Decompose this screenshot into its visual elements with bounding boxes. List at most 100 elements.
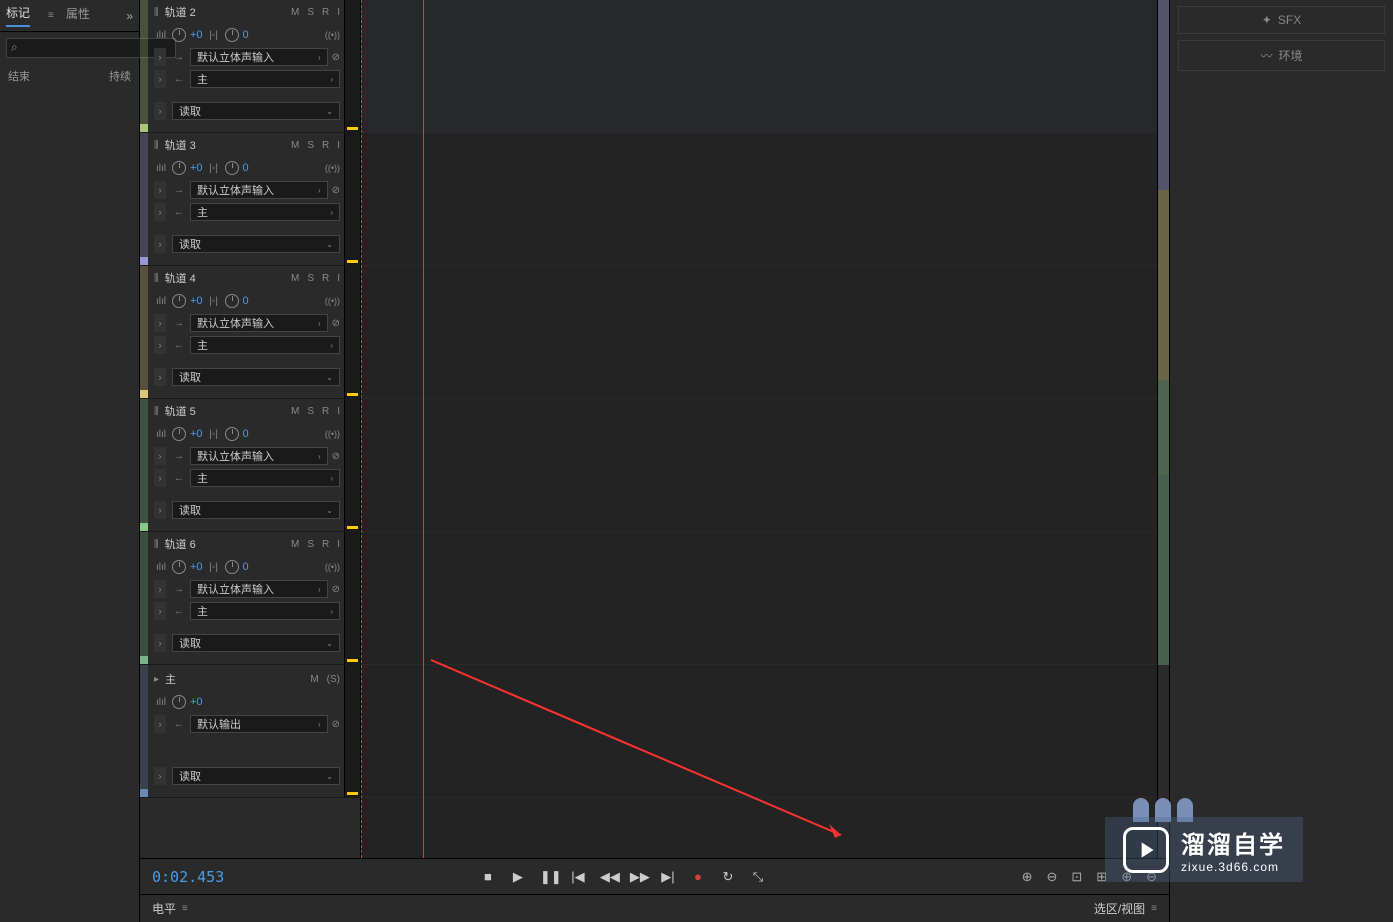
zoom-in-icon[interactable]: ⊕ xyxy=(1022,869,1033,885)
pan-value[interactable]: 0 xyxy=(243,561,249,573)
expand-read-btn[interactable]: › xyxy=(154,102,166,120)
forward-button[interactable]: ▶▶ xyxy=(630,869,646,885)
expand-output-btn[interactable]: › xyxy=(154,602,166,620)
record-button[interactable]: ● xyxy=(690,869,706,884)
pan-knob[interactable] xyxy=(225,161,239,175)
scroll-segment[interactable] xyxy=(1158,475,1169,570)
volume-value[interactable]: +0 xyxy=(190,696,203,708)
input-dropdown[interactable]: 默认立体声输入› xyxy=(190,314,328,332)
volume-knob[interactable] xyxy=(172,28,186,42)
read-mode-dropdown[interactable]: 读取⌄ xyxy=(172,767,340,785)
record-arm-toggle[interactable]: R xyxy=(322,7,329,18)
expand-read-btn[interactable]: › xyxy=(154,634,166,652)
read-mode-dropdown[interactable]: 读取⌄ xyxy=(172,235,340,253)
grip-icon[interactable]: ⫼ xyxy=(154,7,159,18)
expand-output-btn[interactable]: › xyxy=(154,203,166,221)
expand-read-btn[interactable]: › xyxy=(154,501,166,519)
track-lane-3[interactable] xyxy=(361,399,1157,532)
pan-knob[interactable] xyxy=(225,294,239,308)
solo-toggle[interactable]: S xyxy=(307,539,314,550)
volume-value[interactable]: +0 xyxy=(190,561,203,573)
input-dropdown[interactable]: 默认立体声输入› xyxy=(190,447,328,465)
pan-value[interactable]: 0 xyxy=(243,428,249,440)
expand-read-btn[interactable]: › xyxy=(154,235,166,253)
output-dropdown[interactable]: 主› xyxy=(190,70,340,88)
mute-toggle[interactable]: M xyxy=(291,406,299,417)
volume-knob[interactable] xyxy=(172,294,186,308)
input-monitor-toggle[interactable]: I xyxy=(337,406,340,417)
volume-value[interactable]: +0 xyxy=(190,295,203,307)
record-arm-toggle[interactable]: R xyxy=(322,140,329,151)
track-name[interactable]: 轨道 3 xyxy=(165,137,196,153)
output-dropdown[interactable]: 主› xyxy=(190,602,340,620)
route-icon[interactable]: ⊘ xyxy=(332,318,340,329)
volume-value[interactable]: +0 xyxy=(190,29,203,41)
route-icon[interactable]: ⊘ xyxy=(332,719,340,730)
input-dropdown[interactable]: 默认立体声输入› xyxy=(190,580,328,598)
ambient-button[interactable]: 〰 环境 xyxy=(1178,40,1385,71)
mute-toggle[interactable]: M xyxy=(291,140,299,151)
volume-knob[interactable] xyxy=(172,560,186,574)
track-lane-4[interactable] xyxy=(361,532,1157,665)
volume-value[interactable]: +0 xyxy=(190,162,203,174)
record-arm-toggle[interactable]: R xyxy=(322,539,329,550)
read-mode-dropdown[interactable]: 读取⌄ xyxy=(172,368,340,386)
expand-output-btn[interactable]: › xyxy=(154,336,166,354)
prev-button[interactable]: |◀ xyxy=(570,869,586,885)
mute-toggle[interactable]: M xyxy=(291,273,299,284)
play-button[interactable]: ▶ xyxy=(510,869,526,885)
scroll-strip[interactable] xyxy=(1157,0,1169,858)
solo-toggle[interactable]: (S) xyxy=(327,674,340,685)
tab-markers[interactable]: 标记 xyxy=(6,4,30,27)
track-lane-0[interactable] xyxy=(361,0,1157,133)
selection-panel-label[interactable]: 选区/视图 xyxy=(1094,900,1145,917)
pan-knob[interactable] xyxy=(225,28,239,42)
level-menu-icon[interactable]: ≡ xyxy=(182,903,188,914)
expand-panel-icon[interactable]: » xyxy=(126,9,133,23)
expand-output-btn[interactable]: › xyxy=(154,469,166,487)
pan-value[interactable]: 0 xyxy=(243,295,249,307)
expand-input-btn[interactable]: › xyxy=(154,48,166,66)
expand-input-btn[interactable]: › xyxy=(154,447,166,465)
expand-input-btn[interactable]: › xyxy=(154,314,166,332)
volume-knob[interactable] xyxy=(172,695,186,709)
volume-value[interactable]: +0 xyxy=(190,428,203,440)
route-icon[interactable]: ⊘ xyxy=(332,185,340,196)
track-name[interactable]: 轨道 4 xyxy=(165,270,196,286)
expand-read-btn[interactable]: › xyxy=(154,368,166,386)
scroll-segment[interactable] xyxy=(1158,190,1169,285)
scroll-segment[interactable] xyxy=(1158,285,1169,380)
pause-button[interactable]: ❚❚ xyxy=(540,869,556,885)
expand-input-btn[interactable]: › xyxy=(154,181,166,199)
record-arm-toggle[interactable]: R xyxy=(322,406,329,417)
output-dropdown[interactable]: 主› xyxy=(190,469,340,487)
grip-icon[interactable]: ⫼ xyxy=(154,140,159,151)
scroll-segment[interactable] xyxy=(1158,0,1169,95)
timeline-content[interactable] xyxy=(360,0,1157,858)
solo-toggle[interactable]: S xyxy=(307,140,314,151)
stereo-icon[interactable]: ((•)) xyxy=(325,296,340,306)
expand-output-btn[interactable]: › xyxy=(154,70,166,88)
grip-icon[interactable]: ⫼ xyxy=(154,273,159,284)
stereo-icon[interactable]: ((•)) xyxy=(325,163,340,173)
scroll-segment[interactable] xyxy=(1158,95,1169,190)
solo-toggle[interactable]: S xyxy=(307,7,314,18)
input-monitor-toggle[interactable]: I xyxy=(337,140,340,151)
volume-knob[interactable] xyxy=(172,427,186,441)
track-lane-1[interactable] xyxy=(361,133,1157,266)
solo-toggle[interactable]: S xyxy=(307,273,314,284)
scroll-segment[interactable] xyxy=(1158,380,1169,475)
selection-menu-icon[interactable]: ≡ xyxy=(1151,903,1157,914)
input-monitor-toggle[interactable]: I xyxy=(337,7,340,18)
output-dropdown[interactable]: 主› xyxy=(190,336,340,354)
route-icon[interactable]: ⊘ xyxy=(332,584,340,595)
solo-toggle[interactable]: S xyxy=(307,406,314,417)
output-dropdown[interactable]: 主› xyxy=(190,203,340,221)
read-mode-dropdown[interactable]: 读取⌄ xyxy=(172,634,340,652)
grip-icon[interactable]: ▸ xyxy=(154,674,159,685)
zoom-fit-icon[interactable]: ⊡ xyxy=(1071,869,1082,885)
grip-icon[interactable]: ⫼ xyxy=(154,406,159,417)
rewind-button[interactable]: ◀◀ xyxy=(600,869,616,885)
output-dropdown[interactable]: 默认输出› xyxy=(190,715,328,733)
stereo-icon[interactable]: ((•)) xyxy=(325,429,340,439)
